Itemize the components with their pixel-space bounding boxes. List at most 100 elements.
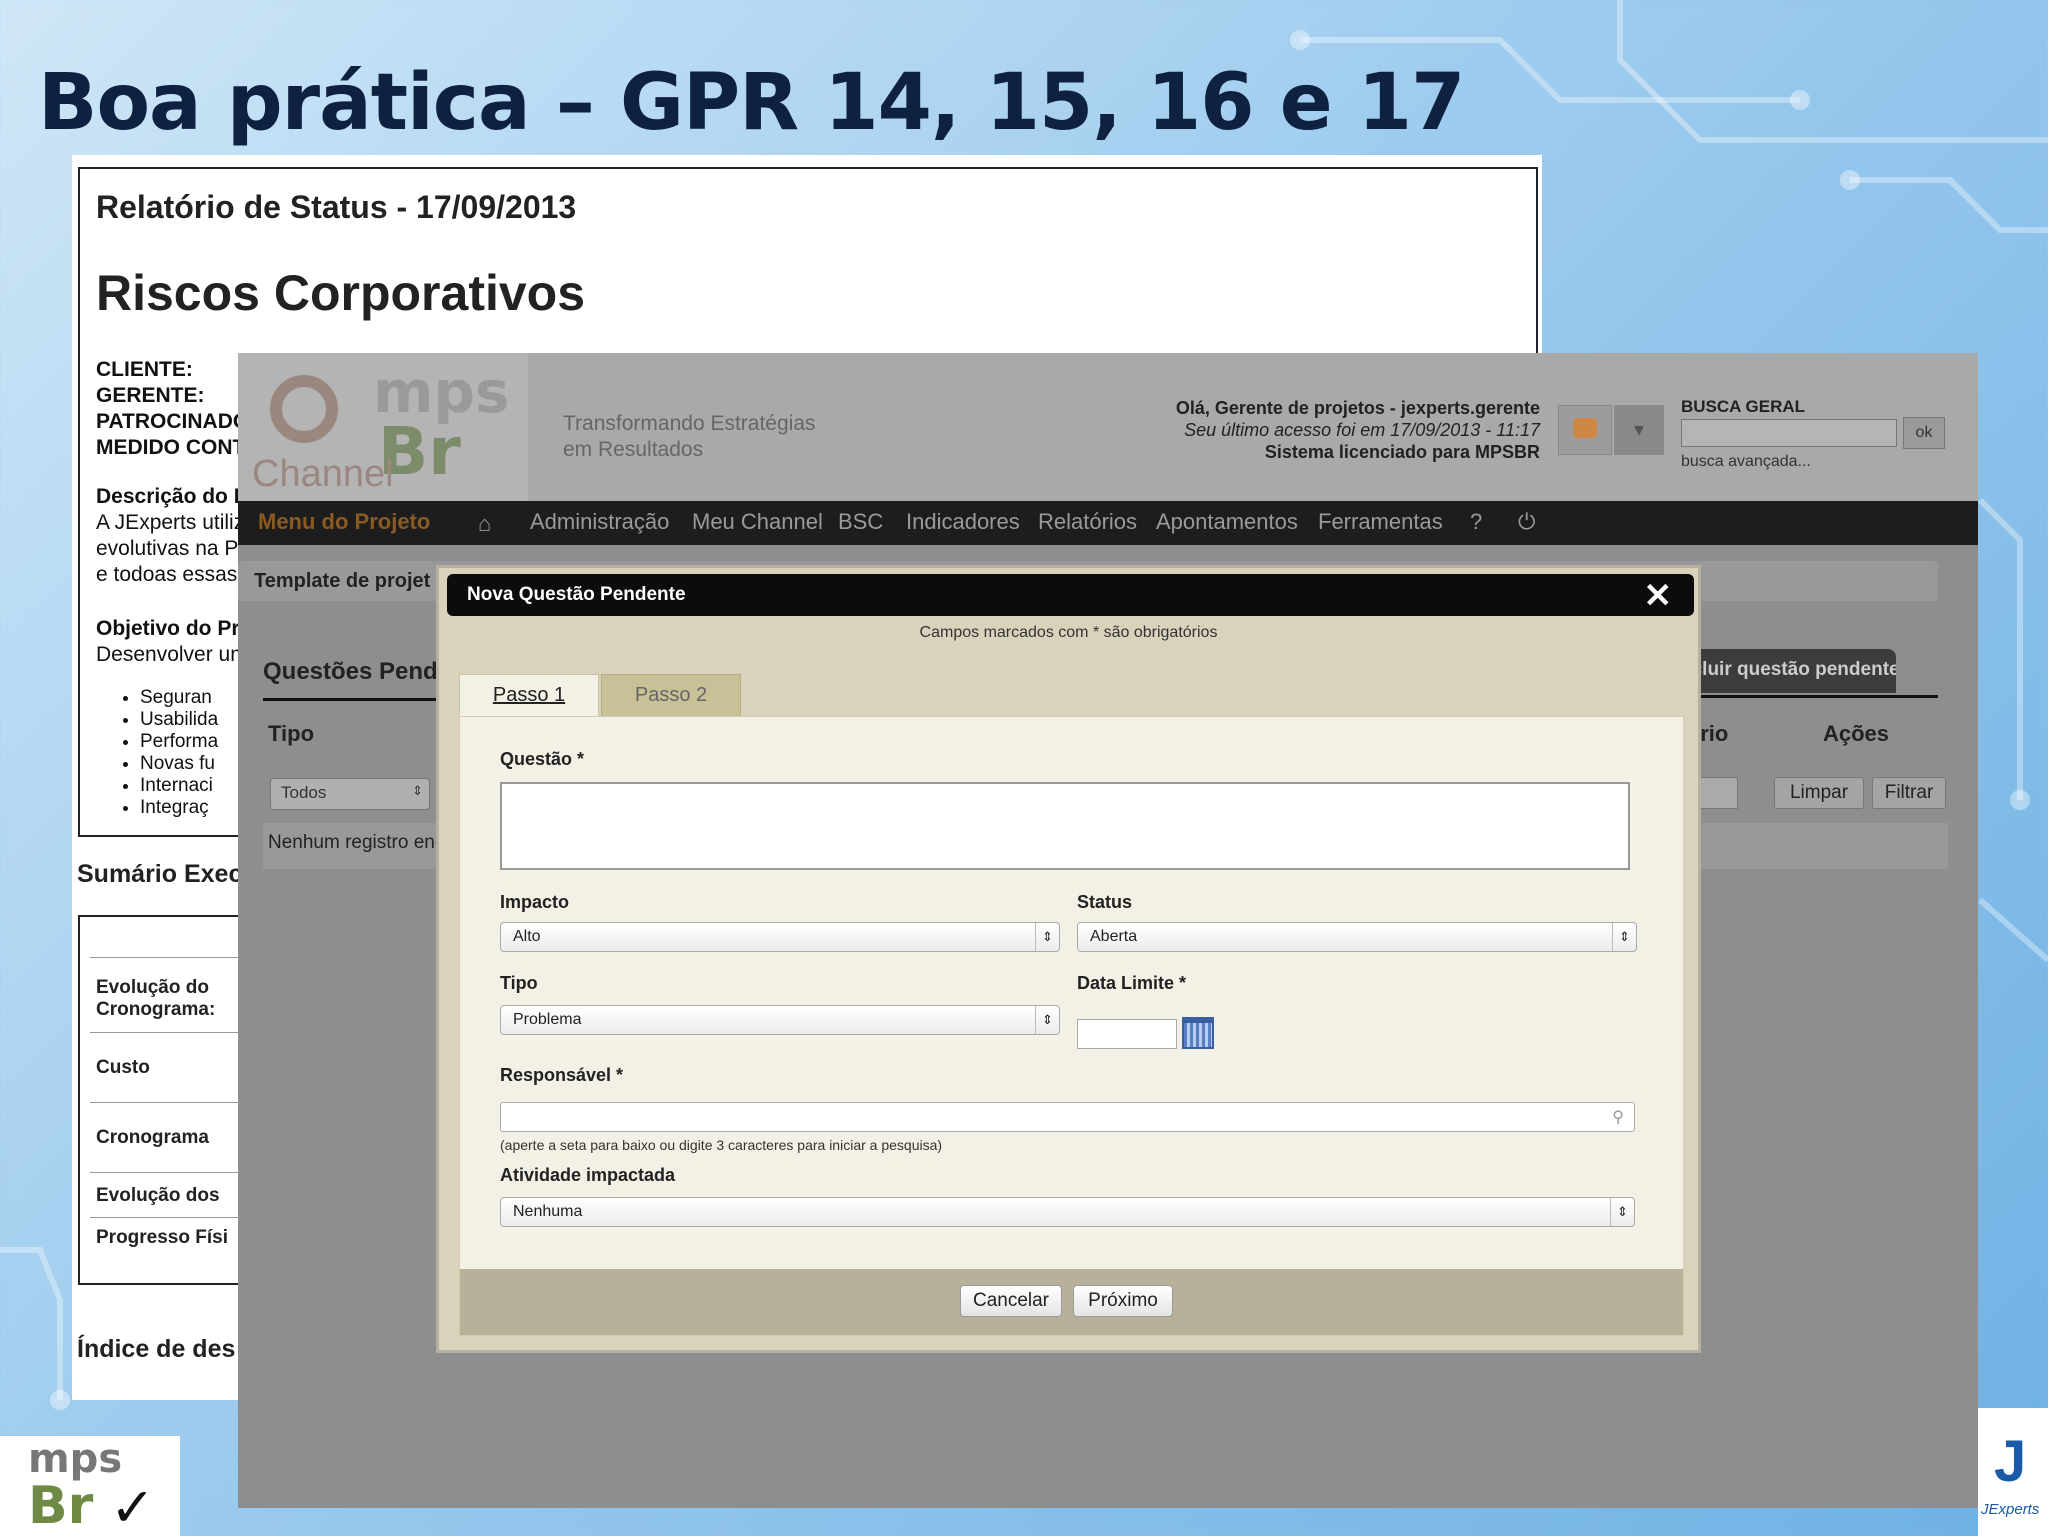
objective-title: Objetivo do Pro xyxy=(96,617,253,640)
cancel-button[interactable]: Cancelar xyxy=(960,1285,1062,1317)
channel-c-icon xyxy=(270,375,338,443)
tipo-value: Problema xyxy=(513,1011,582,1028)
field-medido: MEDIDO CONT xyxy=(96,436,246,459)
chevron-down-icon[interactable]: ▾ xyxy=(1614,405,1664,455)
impacto-select[interactable]: Alto ⇕ xyxy=(500,922,1060,952)
tipo-filter-select[interactable]: Todos ⇕ xyxy=(270,778,430,810)
search-label: BUSCA GERAL xyxy=(1681,397,1806,416)
description-line: e todoas essas xyxy=(96,563,238,586)
tipo-select[interactable]: Problema ⇕ xyxy=(500,1005,1060,1035)
tipo-label: Tipo xyxy=(500,973,538,993)
divider xyxy=(263,698,463,701)
impacto-value: Alto xyxy=(513,928,541,945)
license-info: Sistema licenciado para MPSBR xyxy=(1264,442,1540,462)
home-icon[interactable]: ⌂ xyxy=(478,511,504,536)
mpsbr-logo: mps Br ✓ xyxy=(0,1436,180,1536)
index-title: Índice de des xyxy=(77,1335,236,1363)
list-item: Internaci xyxy=(140,775,218,797)
select-arrows-icon: ⇕ xyxy=(1610,1198,1634,1226)
summary-row: Evolução dos xyxy=(96,1185,220,1206)
nav-help[interactable]: ? xyxy=(1470,509,1482,535)
questao-label: Questão * xyxy=(500,749,585,769)
new-question-modal: Nova Questão Pendente ✕ Campos marcados … xyxy=(436,565,1701,1353)
description-line: evolutivas na P xyxy=(96,537,239,560)
objective-list: Seguran Usabilida Performa Novas fu Inte… xyxy=(140,687,218,819)
description-title: Descrição do P xyxy=(96,485,248,508)
main-nav: Menu do Projeto ⌂ Administração Meu Chan… xyxy=(238,501,1978,545)
advanced-search-link[interactable]: busca avançada... xyxy=(1681,453,1811,471)
nav-ferramentas[interactable]: Ferramentas xyxy=(1318,509,1443,535)
report-header: Relatório de Status - 17/09/2013 xyxy=(96,189,577,225)
search-input[interactable] xyxy=(1681,419,1897,447)
empty-message: Nenhum registro enc xyxy=(268,832,445,853)
summary-row: Cronograma: xyxy=(96,999,216,1020)
slogan-line: Transformando Estratégias xyxy=(563,412,816,435)
column-tipo: Tipo xyxy=(268,721,315,746)
messages-button[interactable] xyxy=(1558,405,1612,455)
nav-administracao[interactable]: Administração xyxy=(530,509,669,535)
clear-button[interactable]: Limpar xyxy=(1774,777,1864,809)
summary-row: Evolução do xyxy=(96,977,209,998)
slogan-line: em Resultados xyxy=(563,438,704,461)
status-select[interactable]: Aberta ⇕ xyxy=(1077,922,1637,952)
divider xyxy=(1678,695,1938,698)
logo-channel: Channel xyxy=(252,453,394,495)
slogan: Transformando Estratégias em Resultados xyxy=(563,411,816,463)
calendar-icon[interactable] xyxy=(1182,1017,1214,1049)
filter-button[interactable]: Filtrar xyxy=(1872,777,1946,809)
checkmark-icon: ✓ xyxy=(110,1478,156,1536)
search-ok-button[interactable]: ok xyxy=(1903,417,1945,449)
status-label: Status xyxy=(1077,892,1133,912)
list-item: Performa xyxy=(140,731,218,753)
summary-title: Sumário Exec xyxy=(77,860,243,888)
app-header: mps Br Channel Transformando Estratégias… xyxy=(238,353,1978,501)
responsavel-hint: (aperte a seta para baixo ou digite 3 ca… xyxy=(500,1137,943,1153)
user-greeting: Olá, Gerente de projetos - jexperts.gere… xyxy=(1175,398,1540,418)
next-button[interactable]: Próximo xyxy=(1073,1285,1173,1317)
atividade-select[interactable]: Nenhuma ⇕ xyxy=(500,1197,1635,1227)
tab-passo-1[interactable]: Passo 1 xyxy=(459,674,599,718)
nav-menu-projeto[interactable]: Menu do Projeto xyxy=(258,509,430,535)
status-value: Aberta xyxy=(1090,928,1138,945)
nav-relatorios[interactable]: Relatórios xyxy=(1038,509,1137,535)
nav-meu-channel[interactable]: Meu Channel xyxy=(692,509,823,535)
list-item: Novas fu xyxy=(140,753,218,775)
list-item: Integraç xyxy=(140,797,218,819)
close-icon[interactable]: ✕ xyxy=(1644,576,1673,616)
channel-logo[interactable]: mps Br Channel xyxy=(238,353,528,501)
power-icon[interactable]: ⏻ xyxy=(1518,509,1535,535)
search-icon: ⚲ xyxy=(1612,1109,1624,1126)
jexperts-j-icon: J xyxy=(1994,1429,2027,1494)
summary-row: Cronograma xyxy=(96,1127,209,1148)
required-note: Campos marcados com * são obrigatórios xyxy=(919,624,1218,641)
atividade-label: Atividade impactada xyxy=(500,1165,676,1185)
summary-row: Custo xyxy=(96,1057,150,1078)
last-access: Seu último acesso foi em 17/09/2013 - 11… xyxy=(1184,420,1540,440)
select-arrows-icon: ⇕ xyxy=(1035,1006,1059,1034)
modal-footer: Cancelar Próximo xyxy=(460,1269,1683,1335)
jexperts-logo-text: JExperts xyxy=(1981,1501,2040,1518)
report-title: Riscos Corporativos xyxy=(96,265,586,321)
tab-passo-2[interactable]: Passo 2 xyxy=(601,674,741,718)
column-acoes: Ações xyxy=(1823,721,1890,746)
data-limite-input[interactable] xyxy=(1077,1019,1177,1049)
objective-line: Desenvolver um xyxy=(96,643,248,666)
modal-title: Nova Questão Pendente xyxy=(467,584,686,605)
report-objective: Objetivo do Pro Desenvolver um xyxy=(96,616,252,668)
list-item: Usabilida xyxy=(140,709,218,731)
tipo-filter-value: Todos xyxy=(281,783,327,802)
field-patrocinador: PATROCINADO xyxy=(96,410,250,433)
chat-icon xyxy=(1573,418,1597,438)
field-gerente: GERENTE: xyxy=(96,384,205,407)
nav-bsc[interactable]: BSC xyxy=(838,509,883,535)
description-line: A JExperts utiliz xyxy=(96,511,245,534)
field-cliente: CLIENTE: xyxy=(96,358,193,381)
questao-textarea[interactable] xyxy=(500,782,1630,870)
user-info: Olá, Gerente de projetos - jexperts.gere… xyxy=(1176,397,1540,463)
nav-indicadores[interactable]: Indicadores xyxy=(906,509,1020,535)
empty-row xyxy=(1678,823,1948,869)
slide-title: Boa prática – GPR 14, 15, 16 e 17 xyxy=(38,58,1465,148)
responsavel-input[interactable]: ⚲ xyxy=(500,1102,1635,1132)
add-question-button[interactable]: ncluir questão pendente...] xyxy=(1678,649,1896,693)
nav-apontamentos[interactable]: Apontamentos xyxy=(1156,509,1298,535)
